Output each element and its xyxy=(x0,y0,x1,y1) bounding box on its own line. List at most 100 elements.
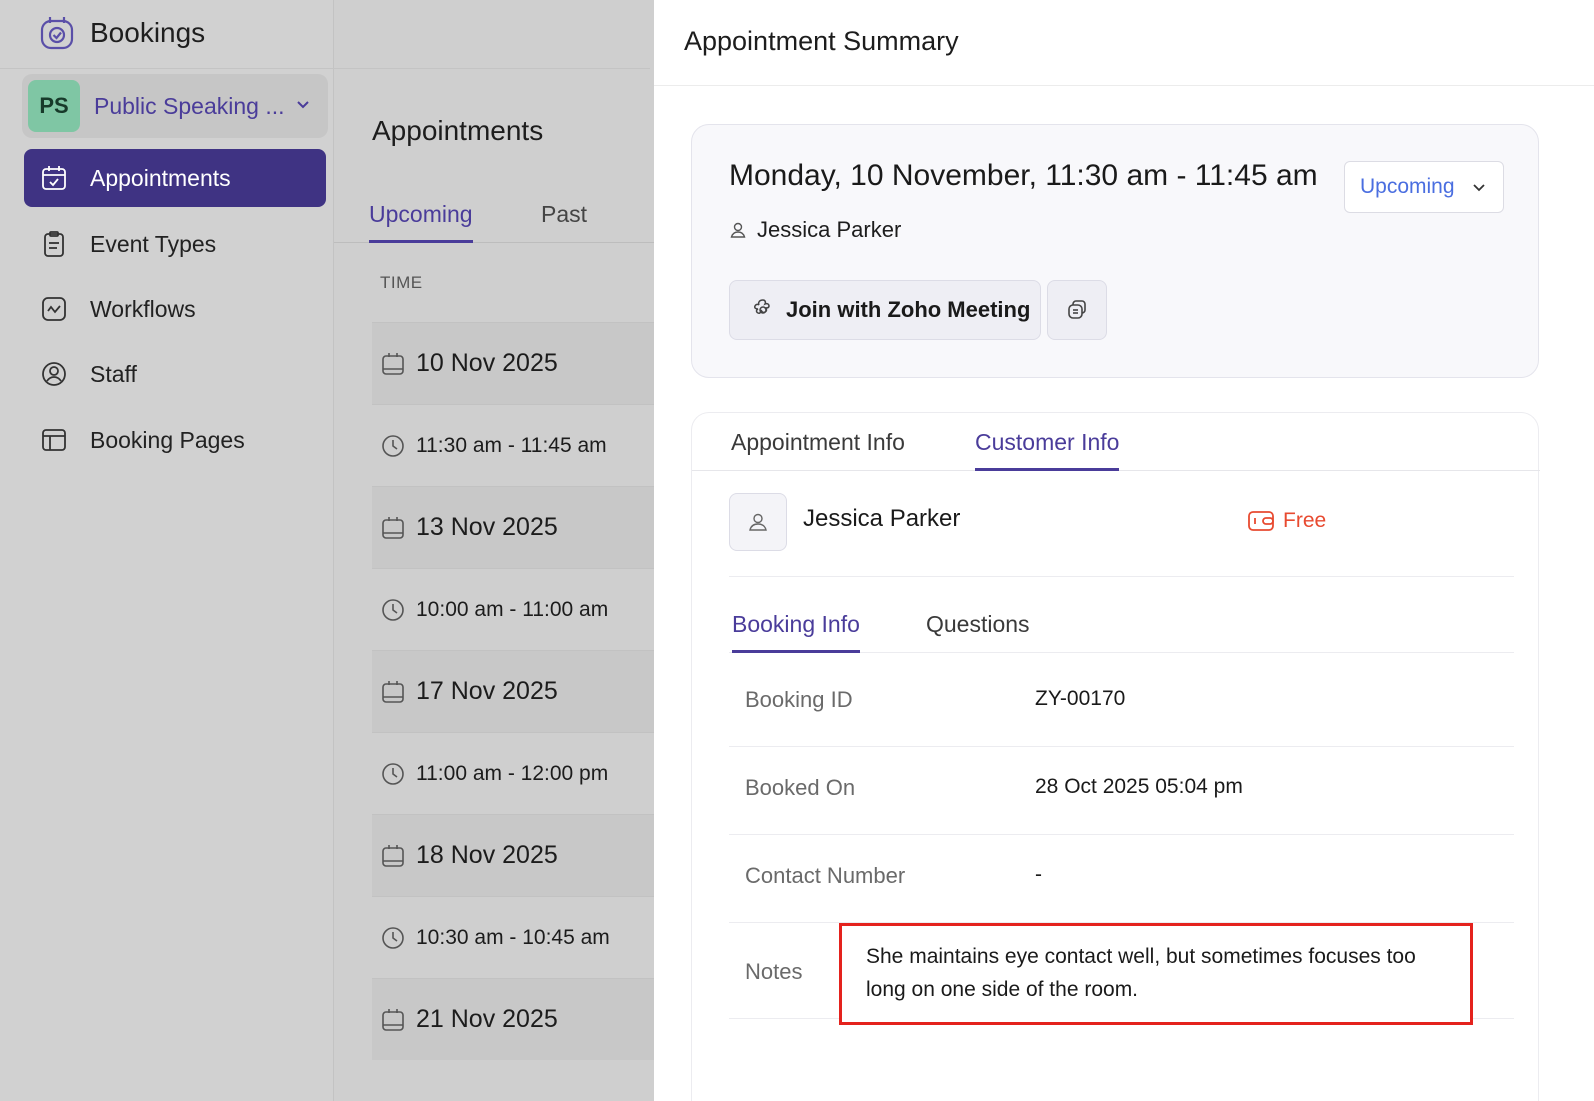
clock-icon xyxy=(382,598,404,621)
workspace-switcher[interactable]: PS Public Speaking ... xyxy=(22,74,328,138)
bookings-logo-icon xyxy=(40,17,74,50)
time-label: 10:00 am - 11:00 am xyxy=(416,597,609,621)
calendar-icon xyxy=(382,516,404,539)
chevron-down-icon xyxy=(1473,184,1485,192)
join-button-label: Join with Zoho Meeting xyxy=(786,297,1031,322)
field-row-notes: Notes She maintains eye contact well, bu… xyxy=(729,923,1514,1025)
customer-sub-tabs: Booking Info Questions xyxy=(729,599,1514,653)
info-tabs: Appointment Info Customer Info xyxy=(692,413,1540,471)
wallet-icon xyxy=(1248,511,1274,531)
field-label: Contact Number xyxy=(745,863,906,888)
appointment-summary-panel: Appointment Summary Monday, 10 November,… xyxy=(654,0,1594,1101)
tab-booking-info[interactable]: Booking Info xyxy=(732,611,860,653)
chevron-down-icon xyxy=(297,101,309,109)
sidebar-item-workflows[interactable]: Workflows xyxy=(24,280,326,338)
field-value: - xyxy=(1035,863,1042,886)
calendar-icon xyxy=(382,844,404,867)
user-circle-icon xyxy=(42,362,66,386)
avatar xyxy=(729,493,787,551)
field-label: Notes xyxy=(745,959,803,984)
list-tabs: Upcoming Past xyxy=(334,193,654,243)
sidebar-item-label: Event Types xyxy=(90,230,217,257)
appointment-row[interactable]: 11:00 am - 12:00 pm xyxy=(372,732,654,814)
date-group-row: 21 Nov 2025 xyxy=(372,978,654,1060)
tab-appointment-info[interactable]: Appointment Info xyxy=(731,429,905,468)
copy-link-button[interactable] xyxy=(1047,280,1107,340)
sidebar: Bookings PS Public Speaking ... Appointm… xyxy=(0,0,650,1101)
copy-icon xyxy=(1068,300,1086,319)
appointments-list-panel: Appointments Upcoming Past TIME 10 Nov 2… xyxy=(334,69,654,1101)
user-icon xyxy=(749,513,767,531)
date-group-row: 17 Nov 2025 xyxy=(372,650,654,732)
panel-divider xyxy=(654,85,1594,86)
status-dropdown[interactable]: Upcoming xyxy=(1344,161,1504,213)
column-header-time: TIME xyxy=(380,273,423,292)
sidebar-item-staff[interactable]: Staff xyxy=(24,345,326,403)
date-group-row: 13 Nov 2025 xyxy=(372,486,654,568)
user-icon xyxy=(730,222,746,238)
app-brand[interactable]: Bookings xyxy=(38,14,205,52)
clipboard-icon xyxy=(44,231,64,257)
appointment-row[interactable]: 10:30 am - 10:45 am xyxy=(372,896,654,978)
customer-name: Jessica Parker xyxy=(803,505,961,532)
date-label: 18 Nov 2025 xyxy=(416,841,558,869)
workspace-avatar: PS xyxy=(28,80,80,132)
date-group-row: 10 Nov 2025 xyxy=(372,322,654,404)
notes-value: She maintains eye contact well, but some… xyxy=(839,923,1473,1025)
tab-customer-info[interactable]: Customer Info xyxy=(975,429,1120,471)
sidebar-item-label: Booking Pages xyxy=(90,426,245,453)
date-label: 17 Nov 2025 xyxy=(416,677,558,705)
date-label: 10 Nov 2025 xyxy=(416,349,558,377)
appointment-datetime: Monday, 10 November, 11:30 am - 11:45 am xyxy=(729,159,1318,192)
clock-icon xyxy=(382,762,404,785)
customer-plan-badge: Free xyxy=(1247,509,1326,533)
app-title: Bookings xyxy=(90,17,206,48)
tab-past[interactable]: Past xyxy=(541,201,587,240)
list-title: Appointments xyxy=(372,115,544,146)
sidebar-item-label: Appointments xyxy=(90,164,231,191)
workflow-icon xyxy=(42,297,66,321)
time-label: 11:30 am - 11:45 am xyxy=(416,433,607,457)
sidebar-item-label: Workflows xyxy=(90,295,196,322)
workspace-name: Public Speaking ... xyxy=(94,92,285,119)
tab-upcoming[interactable]: Upcoming xyxy=(369,201,473,243)
join-meeting-button[interactable]: Join with Zoho Meeting xyxy=(729,280,1041,340)
status-value: Upcoming xyxy=(1360,175,1455,198)
sidebar-item-event-types[interactable]: Event Types xyxy=(24,215,326,273)
sidebar-item-appointments[interactable]: Appointments xyxy=(24,149,326,207)
time-label: 11:00 am - 12:00 pm xyxy=(416,761,609,785)
panel-title: Appointment Summary xyxy=(684,26,959,56)
summary-card: Monday, 10 November, 11:30 am - 11:45 am… xyxy=(691,124,1539,378)
calendar-icon xyxy=(382,352,404,375)
field-row-booked-on: Booked On 28 Oct 2025 05:04 pm xyxy=(729,747,1514,835)
field-value: ZY-00170 xyxy=(1035,687,1126,710)
appointment-row[interactable]: 10:00 am - 11:00 am xyxy=(372,568,654,650)
field-label: Booked On xyxy=(745,775,856,800)
attendee-name: Jessica Parker xyxy=(757,217,902,242)
tab-questions[interactable]: Questions xyxy=(926,611,1030,650)
field-label: Booking ID xyxy=(745,687,853,712)
booking-info-list: Booking ID ZY-00170 Booked On 28 Oct 202… xyxy=(729,659,1514,1025)
clock-icon xyxy=(382,434,404,457)
customer-header: Jessica Parker Free xyxy=(729,493,1514,577)
field-row-contact-number: Contact Number - xyxy=(729,835,1514,923)
appointment-row[interactable]: 11:30 am - 11:45 am xyxy=(372,404,654,486)
date-group-row: 18 Nov 2025 xyxy=(372,814,654,896)
appointment-rows: 10 Nov 2025 11:30 am - 11:45 am 13 Nov 2… xyxy=(372,322,654,1060)
date-label: 21 Nov 2025 xyxy=(416,1005,558,1033)
plan-label: Free xyxy=(1283,509,1327,532)
sidebar-item-booking-pages[interactable]: Booking Pages xyxy=(24,411,326,469)
calendar-icon xyxy=(382,1008,404,1031)
time-label: 10:30 am - 10:45 am xyxy=(416,925,610,949)
calendar-icon xyxy=(382,680,404,703)
sidebar-item-label: Staff xyxy=(90,360,137,387)
clock-icon xyxy=(382,926,404,949)
field-value: 28 Oct 2025 05:04 pm xyxy=(1035,775,1243,798)
zoho-meeting-icon xyxy=(754,299,770,314)
attendee: Jessica Parker xyxy=(729,217,901,243)
field-row-booking-id: Booking ID ZY-00170 xyxy=(729,659,1514,747)
layout-icon xyxy=(42,429,66,451)
date-label: 13 Nov 2025 xyxy=(416,513,558,541)
calendar-check-icon xyxy=(42,166,66,190)
info-card: Appointment Info Customer Info Jessica P… xyxy=(691,412,1540,1101)
